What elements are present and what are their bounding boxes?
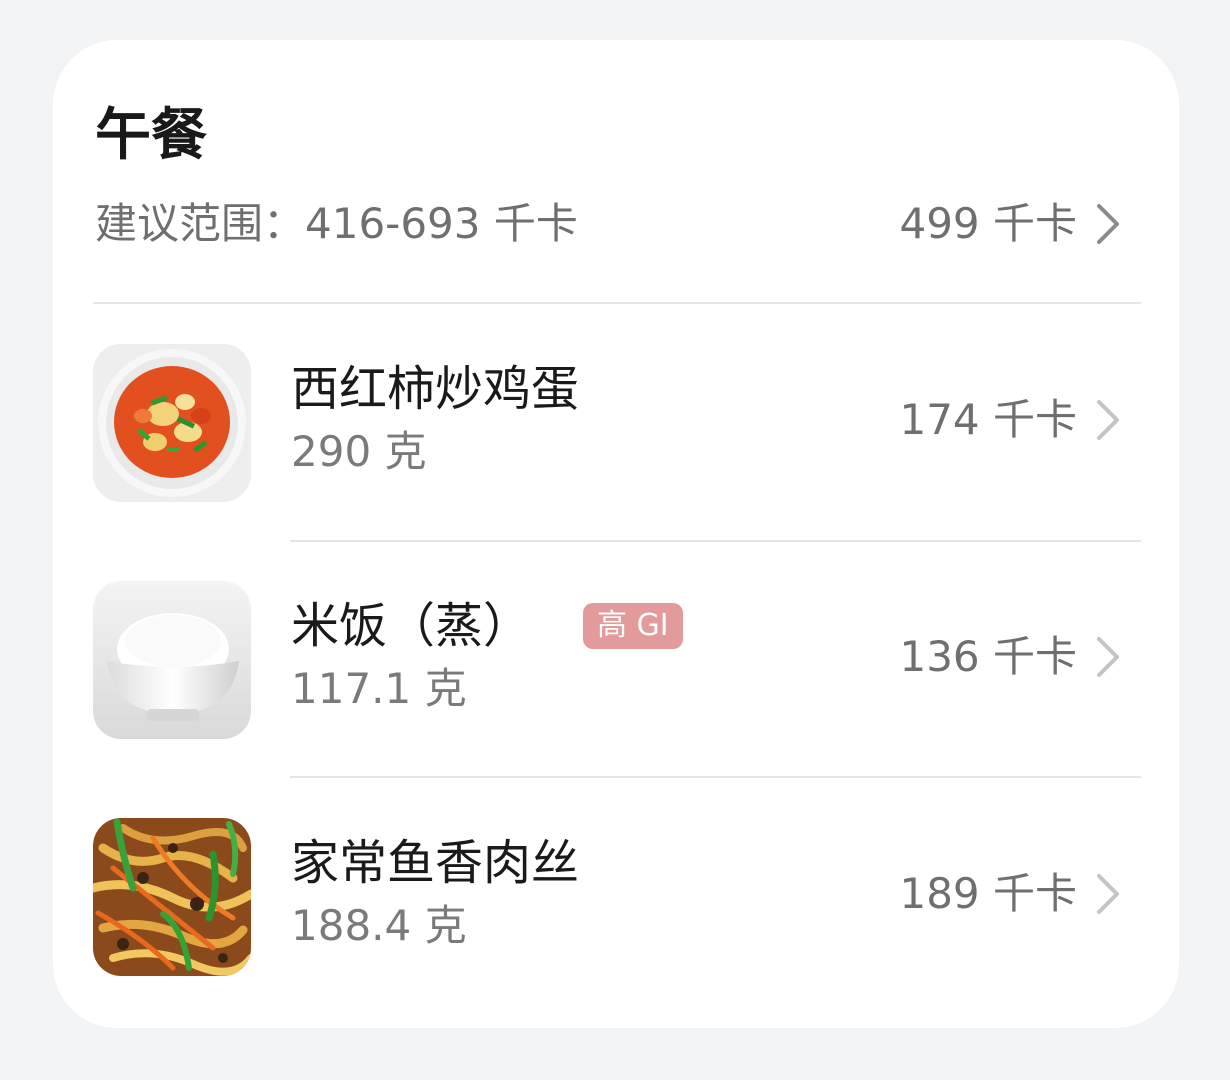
food-weight: 117.1 克: [291, 664, 467, 713]
food-name-row: 米饭（蒸） 高 GI: [291, 595, 683, 657]
food-name: 西红柿炒鸡蛋: [291, 361, 580, 417]
meal-total-button[interactable]: 499 千卡: [899, 198, 1123, 250]
chevron-right-icon: [1091, 635, 1123, 679]
steamed-rice-bowl-icon: [93, 581, 251, 739]
header-divider: [93, 302, 1141, 304]
shredded-pork-dish-icon: [93, 818, 251, 976]
food-kcal: 136 千卡: [899, 632, 1077, 681]
tomato-egg-dish-icon: [93, 344, 251, 502]
chevron-right-icon: [1091, 872, 1123, 916]
chevron-right-icon: [1091, 398, 1123, 442]
food-weight: 290 克: [291, 427, 427, 476]
row-divider: [290, 540, 1141, 542]
food-kcal-group: 136 千卡: [899, 631, 1123, 683]
food-kcal: 189 千卡: [899, 869, 1077, 918]
food-weight: 188.4 克: [291, 901, 467, 950]
meal-total-kcal: 499 千卡: [899, 199, 1077, 248]
food-name: 家常鱼香肉丝: [291, 835, 580, 891]
food-item[interactable]: 家常鱼香肉丝 188.4 克 189 千卡: [53, 818, 1179, 978]
high-gi-badge: 高 GI: [583, 603, 683, 649]
lunch-card: 午餐 建议范围：416-693 千卡 499 千卡 西红柿炒鸡蛋 290 克 1…: [53, 40, 1179, 1028]
row-divider: [290, 776, 1141, 778]
food-kcal-group: 174 千卡: [899, 394, 1123, 446]
meal-title: 午餐: [95, 103, 207, 168]
food-kcal: 174 千卡: [899, 395, 1077, 444]
food-item[interactable]: 米饭（蒸） 高 GI 117.1 克 136 千卡: [53, 581, 1179, 741]
chevron-right-icon: [1091, 202, 1123, 246]
food-kcal-group: 189 千卡: [899, 868, 1123, 920]
food-name: 米饭（蒸）: [291, 598, 532, 654]
suggested-range: 建议范围：416-693 千卡: [95, 199, 578, 248]
food-item[interactable]: 西红柿炒鸡蛋 290 克 174 千卡: [53, 344, 1179, 504]
